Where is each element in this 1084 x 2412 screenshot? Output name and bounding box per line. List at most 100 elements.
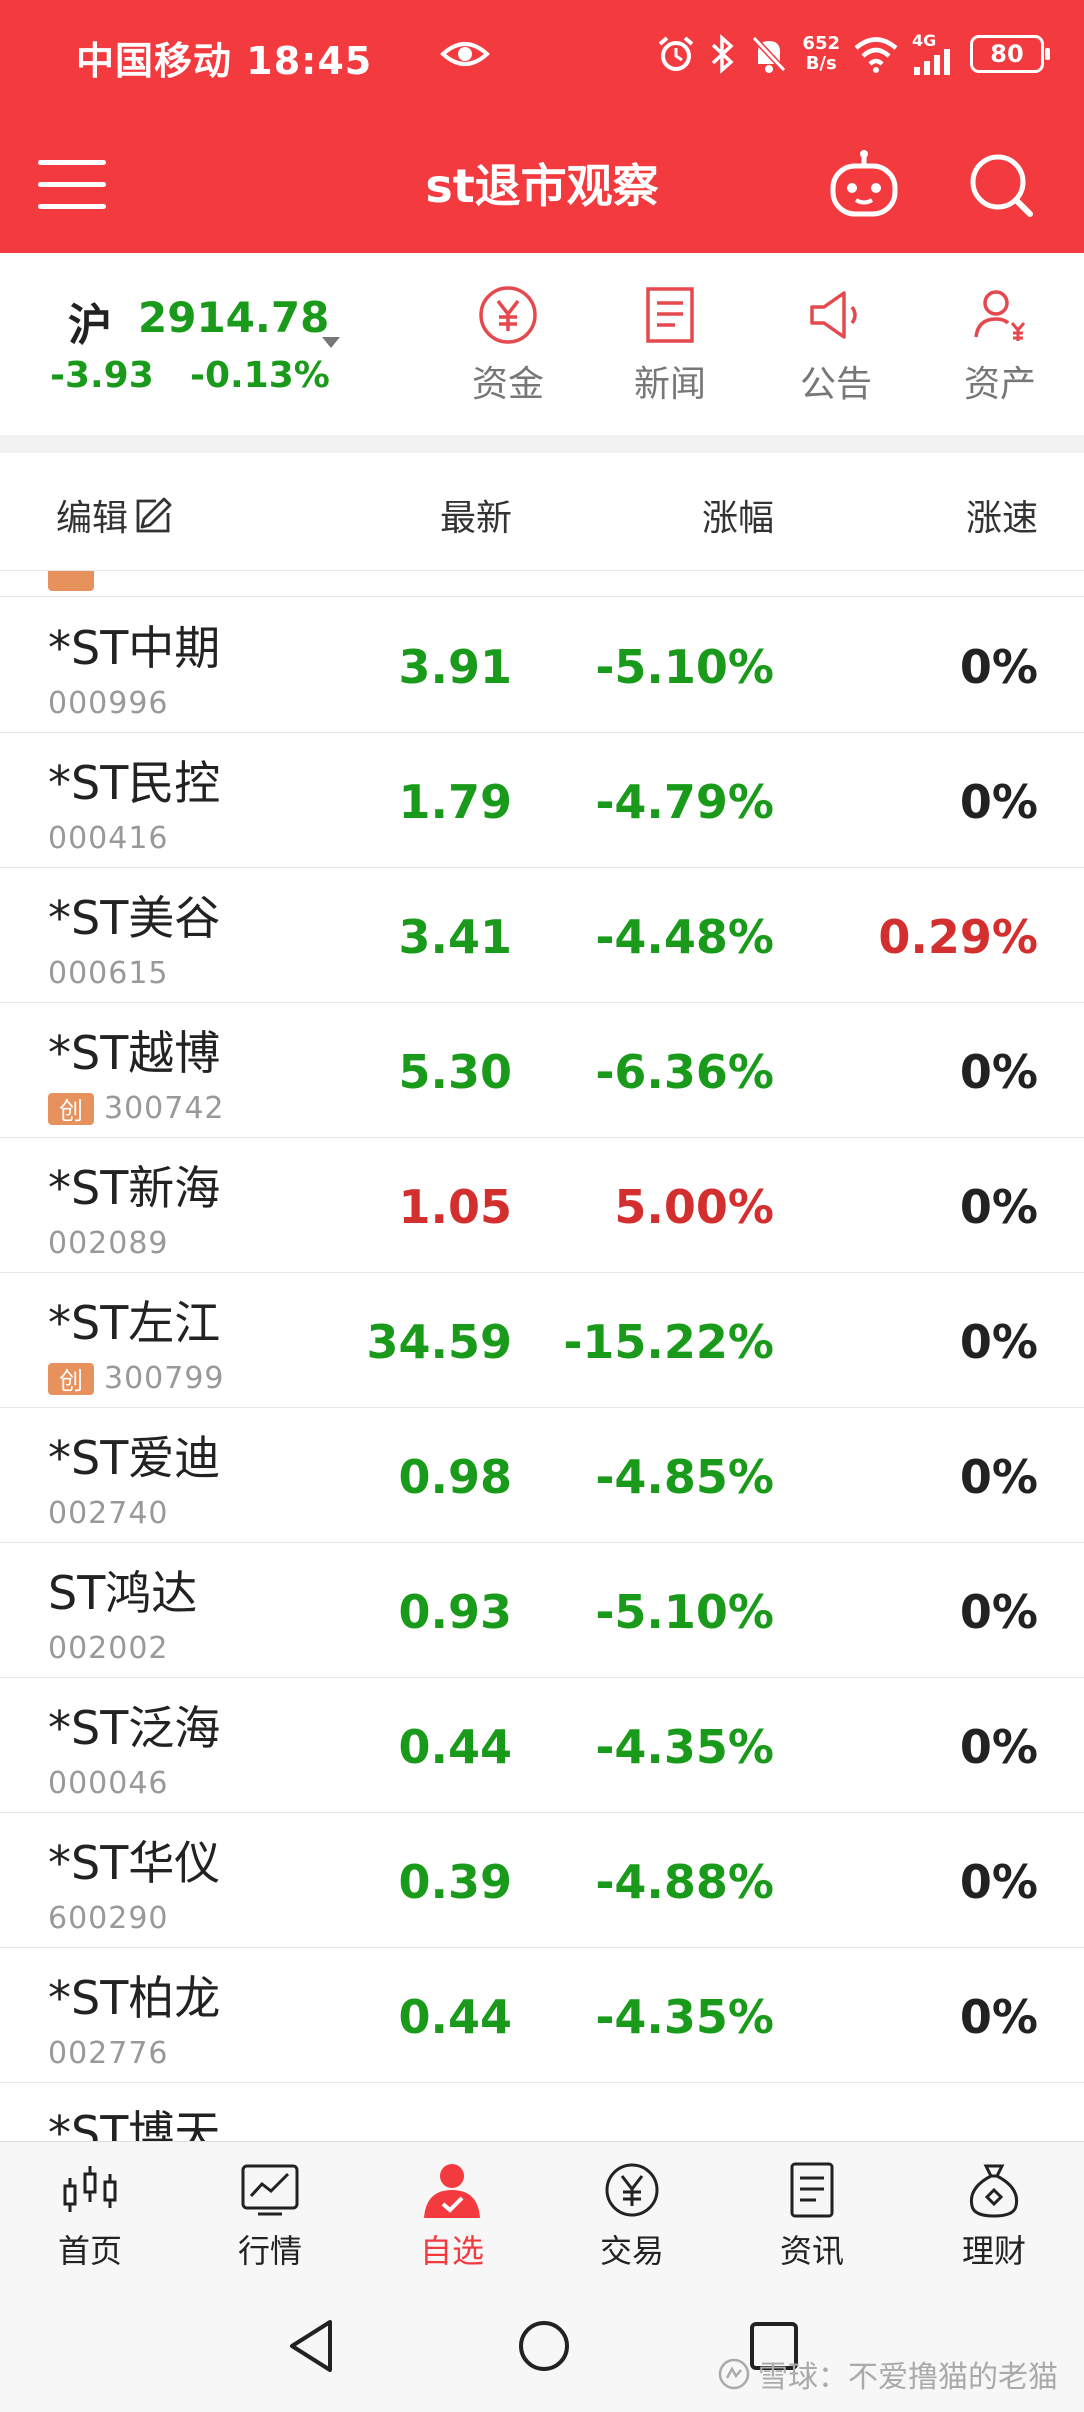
change-pct: -4.79% (595, 775, 774, 829)
latest-price: 0.44 (398, 1990, 513, 2044)
tab-wealth[interactable]: 理财 (924, 2162, 1064, 2272)
stock-code: 000046 (48, 1766, 169, 1801)
stock-row[interactable]: *ST美谷 000615 3.41 -4.48% 0.29% (0, 868, 1084, 1003)
stock-row[interactable]: *ST华仪 600290 0.39 -4.88% 0% (0, 1813, 1084, 1948)
stock-code: 000615 (48, 956, 169, 991)
stock-row[interactable]: *ST爱迪 002740 0.98 -4.85% 0% (0, 1408, 1084, 1543)
stock-row[interactable]: *ST博天 (0, 2083, 1084, 2141)
change-speed: 0% (959, 1315, 1038, 1369)
stock-row[interactable]: *ST越博创 300742 5.30 -6.36% 0% (0, 1003, 1084, 1138)
stock-code-wrap: 000046 (48, 1766, 169, 1801)
stock-row[interactable]: *ST新海 002089 1.05 5.00% 0% (0, 1138, 1084, 1273)
status-bar: 中国移动 18:45 652 B/s 4G 80 (0, 0, 1084, 110)
candlestick-icon (63, 2166, 117, 2212)
line-chart-icon (241, 2164, 299, 2216)
change-speed: 0% (959, 1180, 1038, 1234)
latest-price: 3.91 (398, 640, 513, 694)
change-pct: -6.36% (595, 1045, 774, 1099)
column-latest[interactable]: 最新 (440, 489, 512, 541)
stock-code: 000416 (48, 821, 169, 856)
alarm-icon (659, 36, 694, 71)
user-assets-icon (974, 290, 1026, 341)
stock-row[interactable]: ST鸿达 002002 0.93 -5.10% 0% (0, 1543, 1084, 1678)
mute-bell-icon (752, 35, 787, 73)
stock-row[interactable]: *ST左江创 300799 34.59 -15.22% 0% (0, 1273, 1084, 1408)
tab-label: 理财 (961, 2232, 1026, 2270)
bottom-tab-bar: 首页 行情 自选 交易 资讯 理财 (0, 2141, 1084, 2286)
eye-icon (440, 42, 490, 66)
home-circle-icon[interactable] (516, 2316, 572, 2376)
tab-watchlist[interactable]: 自选 (382, 2162, 522, 2272)
carrier-time: 中国移动 18:45 (76, 30, 372, 85)
change-speed: 0% (959, 1720, 1038, 1774)
quick-link-label: 资金 (471, 364, 544, 405)
tab-news[interactable]: 资讯 (742, 2162, 882, 2272)
stock-name: *ST越博 (48, 1026, 221, 1080)
stock-code-wrap: 000996 (48, 686, 169, 721)
stock-name: *ST中期 (48, 621, 221, 675)
change-pct: -15.22% (563, 1315, 774, 1369)
stock-code-wrap: 创 300799 (48, 1361, 225, 1396)
section-divider (0, 435, 1084, 453)
change-speed: 0.29% (878, 910, 1038, 964)
stock-name: *ST左江 (48, 1296, 221, 1350)
quick-link-label: 公告 (799, 364, 872, 405)
stock-row[interactable]: *ST民控 000416 1.79 -4.79% 0% (0, 733, 1084, 868)
cell-signal: 4G (912, 33, 956, 75)
quick-link-funds[interactable]: 资金 (448, 283, 568, 407)
stock-name: *ST华仪 (48, 1836, 221, 1890)
snowball-logo-icon (718, 2358, 750, 2390)
latest-price: 1.05 (398, 1180, 513, 1234)
change-speed: 0% (959, 1990, 1038, 2044)
page-title: st退市观察 (425, 159, 659, 213)
change-speed: 0% (959, 1045, 1038, 1099)
stock-name: *ST民控 (48, 756, 221, 810)
change-speed: 0% (959, 640, 1038, 694)
index-strip: 沪 2914.78 -3.93 -0.13% 资金 新闻 公告 资产 (0, 253, 1084, 435)
stock-row[interactable]: *ST中期 000996 3.91 -5.10% 0% (0, 598, 1084, 733)
stock-row[interactable]: *ST柏龙 002776 0.44 -4.35% 0% (0, 1948, 1084, 2083)
stock-name: *ST泛海 (48, 1701, 221, 1755)
document-icon (790, 2162, 834, 2218)
stock-code-wrap: 002740 (48, 1496, 169, 1531)
stock-name: *ST美谷 (48, 891, 221, 945)
quick-link-label: 资产 (963, 364, 1036, 405)
change-speed: 0% (959, 775, 1038, 829)
stock-code-wrap: 002776 (48, 2036, 169, 2071)
robot-assistant-icon[interactable] (828, 148, 900, 220)
status-icons: 652 B/s 4G 80 (656, 28, 1050, 80)
megaphone-icon (810, 291, 857, 339)
index-change: -3.93 (50, 355, 154, 396)
stock-code-wrap: 000416 (48, 821, 169, 856)
tab-label: 资讯 (779, 2232, 844, 2270)
caret-down-icon[interactable] (322, 337, 340, 348)
back-triangle-icon[interactable] (284, 2316, 340, 2376)
money-bag-icon (969, 2164, 1019, 2218)
partial-row[interactable] (0, 571, 1084, 597)
change-pct: -5.10% (595, 1585, 774, 1639)
latest-price: 0.98 (398, 1450, 513, 1504)
quick-link-announcements[interactable]: 公告 (776, 283, 896, 407)
latest-price: 0.93 (398, 1585, 513, 1639)
quick-link-news[interactable]: 新闻 (610, 283, 730, 407)
yuan-circle-icon (605, 2163, 659, 2217)
system-nav-bar: 雪球：不爱撸猫的老猫 (0, 2286, 1084, 2412)
net-speed: 652 B/s (802, 34, 840, 74)
stock-row[interactable]: *ST泛海 000046 0.44 -4.35% 0% (0, 1678, 1084, 1813)
stock-code-wrap: 600290 (48, 1901, 169, 1936)
watchlist[interactable]: *ST中期 000996 3.91 -5.10% 0% *ST民控 000416 1.79 -4… (0, 571, 1084, 2141)
column-change[interactable]: 涨幅 (702, 489, 774, 541)
stock-code: 002089 (48, 1226, 169, 1261)
column-speed[interactable]: 涨速 (966, 489, 1038, 541)
tab-market[interactable]: 行情 (200, 2162, 340, 2272)
tab-home[interactable]: 首页 (20, 2162, 160, 2272)
change-pct: -4.35% (595, 1990, 774, 2044)
edit-button[interactable]: 编辑 (56, 489, 174, 541)
index-value: 2914.78 (138, 293, 330, 342)
change-speed: 0% (959, 1450, 1038, 1504)
change-pct: -4.85% (595, 1450, 774, 1504)
quick-link-assets[interactable]: 资产 (940, 283, 1060, 407)
search-icon[interactable] (966, 150, 1036, 220)
tab-label: 首页 (57, 2232, 122, 2270)
tab-trade[interactable]: 交易 (562, 2162, 702, 2272)
